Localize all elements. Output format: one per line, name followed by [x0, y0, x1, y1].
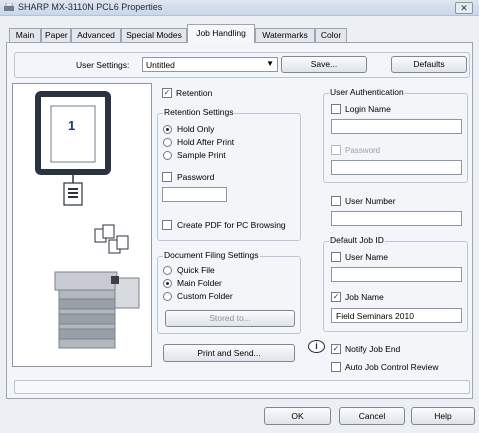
preview-illustration [35, 91, 140, 349]
retention-password-checkbox[interactable] [162, 172, 172, 182]
quick-file-radio[interactable] [163, 266, 172, 275]
defaults-button[interactable]: Defaults [391, 56, 467, 73]
hold-only-label: Hold Only [177, 124, 215, 134]
preview-pane: 1 [12, 83, 152, 367]
custom-folder-radio[interactable] [163, 292, 172, 301]
auto-job-control-checkbox[interactable] [331, 362, 341, 372]
printer-app-icon [4, 3, 14, 11]
create-pdf-checkbox[interactable] [162, 220, 172, 230]
user-name-checkbox[interactable] [331, 252, 341, 262]
retention-password-field[interactable] [162, 187, 227, 202]
title-bar: SHARP MX-3110N PCL6 Properties ✕ [0, 0, 479, 16]
user-number-field[interactable] [331, 211, 462, 226]
tab-advanced[interactable]: Advanced [71, 28, 121, 42]
retention-password-label: Password [177, 172, 215, 182]
user-settings-label: User Settings: [76, 60, 130, 70]
user-settings-select[interactable]: Untitled ▼ [142, 57, 278, 72]
hold-after-print-label: Hold After Print [177, 137, 235, 147]
tab-paper[interactable]: Paper [41, 28, 71, 42]
window-title: SHARP MX-3110N PCL6 Properties [18, 2, 163, 12]
hold-after-print-radio[interactable] [163, 138, 172, 147]
auto-job-control-label: Auto Job Control Review [345, 362, 439, 372]
sample-print-radio[interactable] [163, 151, 172, 160]
user-settings-value: Untitled [146, 60, 175, 70]
main-folder-label: Main Folder [177, 278, 222, 288]
job-name-field[interactable]: Field Seminars 2010 [331, 308, 462, 323]
job-name-checkbox[interactable]: ✓ [331, 292, 341, 302]
job-name-value: Field Seminars 2010 [336, 311, 414, 321]
sample-print-label: Sample Print [177, 150, 226, 160]
tab-watermarks[interactable]: Watermarks [255, 28, 315, 42]
user-name-label: User Name [345, 252, 388, 262]
chevron-down-icon: ▼ [266, 59, 274, 68]
retention-settings-title: Retention Settings [163, 107, 235, 117]
close-button[interactable]: ✕ [455, 2, 473, 14]
main-folder-radio[interactable] [163, 279, 172, 288]
default-job-id-title: Default Job ID [329, 235, 385, 245]
ok-button[interactable]: OK [264, 407, 331, 425]
notify-job-end-checkbox[interactable]: ✓ [331, 344, 341, 354]
auth-password-checkbox[interactable] [331, 145, 341, 155]
info-icon: i [308, 340, 325, 353]
login-name-label: Login Name [345, 104, 391, 114]
print-and-send-button[interactable]: Print and Send... [163, 344, 295, 362]
auth-password-field[interactable] [331, 160, 462, 175]
user-authentication-title: User Authentication [329, 87, 405, 97]
auth-password-label: Password [345, 146, 381, 155]
cancel-button[interactable]: Cancel [339, 407, 405, 425]
quick-file-label: Quick File [177, 265, 215, 275]
notify-job-end-label: Notify Job End [345, 344, 401, 354]
preview-page-number: 1 [68, 118, 76, 133]
tab-special-modes[interactable]: Special Modes [121, 28, 187, 42]
tab-color[interactable]: Color [315, 28, 347, 42]
save-button[interactable]: Save... [281, 56, 367, 73]
job-name-label: Job Name [345, 292, 384, 302]
document-filing-title: Document Filing Settings [163, 250, 260, 260]
retention-checkbox[interactable]: ✓ [162, 88, 172, 98]
status-strip [14, 380, 470, 394]
custom-folder-label: Custom Folder [177, 291, 233, 301]
help-button[interactable]: Help [411, 407, 475, 425]
login-name-checkbox[interactable] [331, 104, 341, 114]
user-number-label: User Number [345, 196, 396, 206]
retention-label: Retention [176, 88, 213, 98]
tab-job-handling[interactable]: Job Handling [187, 24, 255, 43]
user-name-field[interactable] [331, 267, 462, 282]
tab-main[interactable]: Main [9, 28, 41, 42]
user-number-checkbox[interactable] [331, 196, 341, 206]
hold-only-radio[interactable] [163, 125, 172, 134]
login-name-field[interactable] [331, 119, 462, 134]
stored-to-button[interactable]: Stored to... [165, 310, 295, 327]
create-pdf-label: Create PDF for PC Browsing [177, 220, 286, 230]
